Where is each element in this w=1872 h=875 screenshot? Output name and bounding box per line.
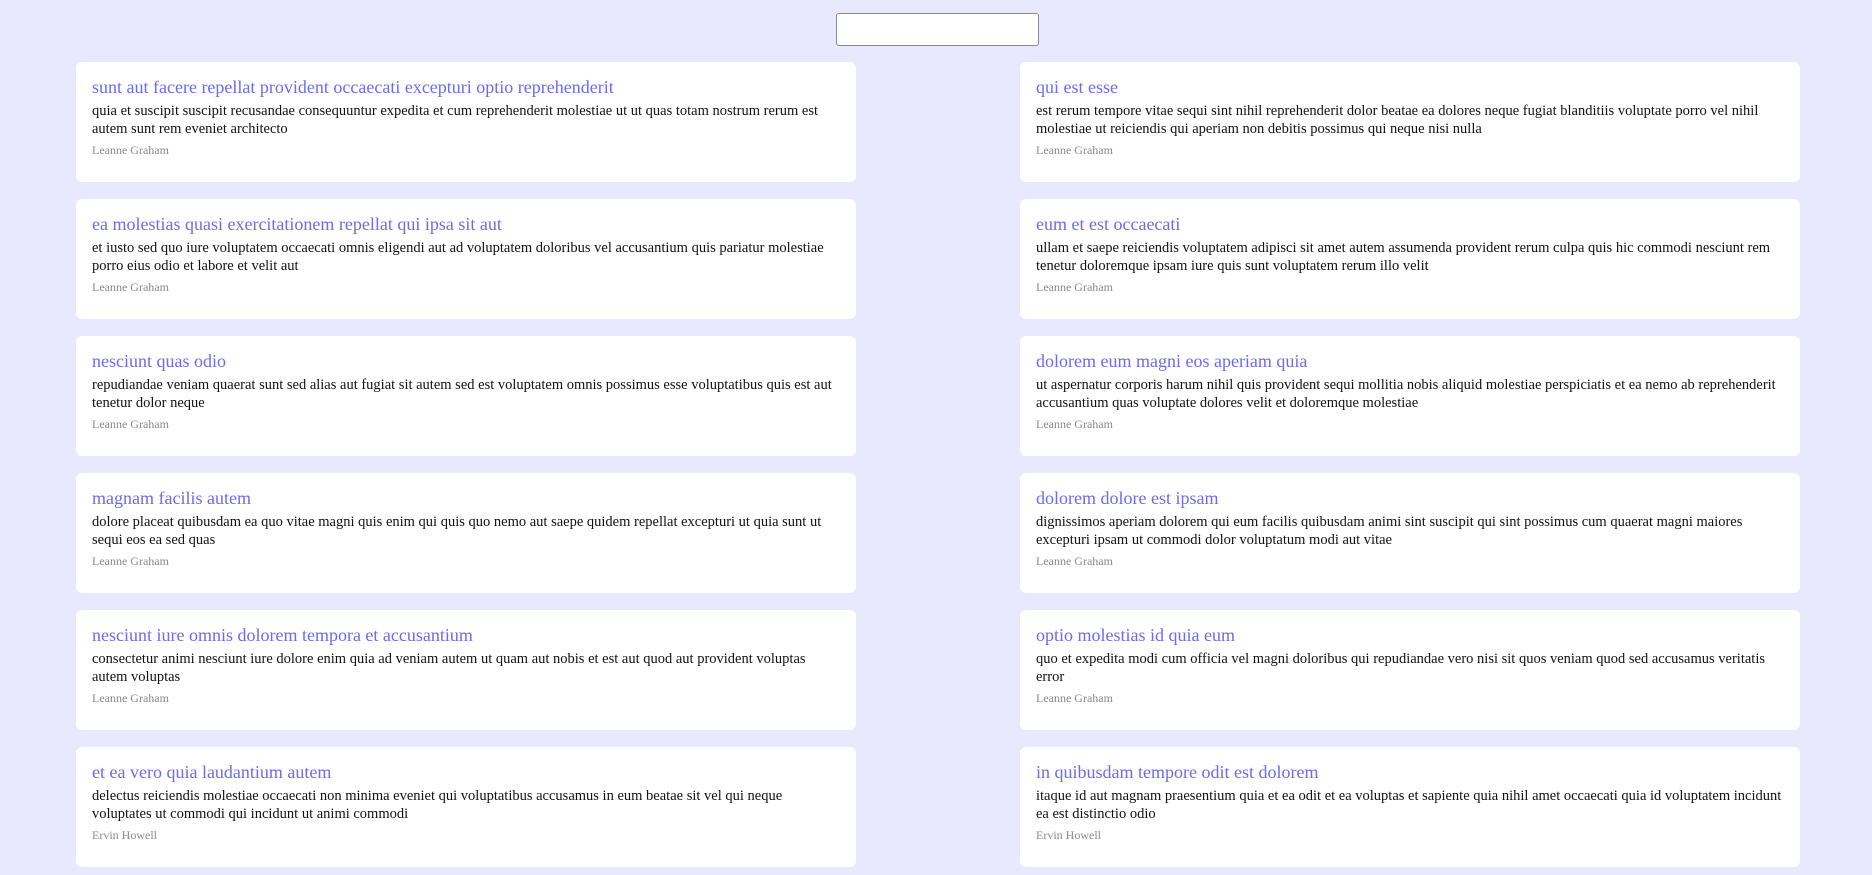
post-body: repudiandae veniam quaerat sunt sed alia… <box>92 377 832 411</box>
post-body: consectetur animi nesciunt iure dolore e… <box>92 651 806 685</box>
post-card[interactable]: ea molestias quasi exercitationem repell… <box>76 199 856 319</box>
post-body: quo et expedita modi cum officia vel mag… <box>1036 651 1765 685</box>
post-author: Leanne Graham <box>92 143 169 157</box>
post-title[interactable]: eum et est occaecati <box>1036 213 1784 235</box>
post-author: Leanne Graham <box>1036 554 1113 568</box>
post-body: itaque id aut magnam praesentium quia et… <box>1036 788 1782 822</box>
post-body: et iusto sed quo iure voluptatem occaeca… <box>92 240 824 274</box>
post-title[interactable]: et ea vero quia laudantium autem <box>92 761 840 783</box>
post-body: dolore placeat quibusdam ea quo vitae ma… <box>92 514 822 548</box>
post-title[interactable]: nesciunt iure omnis dolorem tempora et a… <box>92 624 840 646</box>
post-title[interactable]: ea molestias quasi exercitationem repell… <box>92 213 840 235</box>
search-box <box>836 13 1039 46</box>
post-card[interactable]: optio molestias id quia eum quo et exped… <box>1020 610 1800 730</box>
post-grid: sunt aut facere repellat provident occae… <box>76 62 1800 867</box>
post-author: Leanne Graham <box>1036 143 1113 157</box>
post-body: est rerum tempore vitae sequi sint nihil… <box>1036 103 1759 137</box>
post-author: Leanne Graham <box>92 691 169 705</box>
post-author: Leanne Graham <box>1036 691 1113 705</box>
post-body: dignissimos aperiam dolorem qui eum faci… <box>1036 514 1743 548</box>
post-card[interactable]: dolorem eum magni eos aperiam quia ut as… <box>1020 336 1800 456</box>
post-card[interactable]: qui est esse est rerum tempore vitae seq… <box>1020 62 1800 182</box>
post-card[interactable]: et ea vero quia laudantium autem delectu… <box>76 747 856 867</box>
post-card[interactable]: nesciunt quas odio repudiandae veniam qu… <box>76 336 856 456</box>
post-card[interactable]: in quibusdam tempore odit est dolorem it… <box>1020 747 1800 867</box>
post-body: ullam et saepe reiciendis voluptatem adi… <box>1036 240 1771 274</box>
post-author: Leanne Graham <box>92 280 169 294</box>
post-card[interactable]: nesciunt iure omnis dolorem tempora et a… <box>76 610 856 730</box>
post-author: Ervin Howell <box>92 828 157 842</box>
post-title[interactable]: sunt aut facere repellat provident occae… <box>92 76 840 98</box>
post-title[interactable]: magnam facilis autem <box>92 487 840 509</box>
post-body: quia et suscipit suscipit recusandae con… <box>92 103 818 137</box>
post-title[interactable]: in quibusdam tempore odit est dolorem <box>1036 761 1784 783</box>
post-author: Leanne Graham <box>1036 417 1113 431</box>
post-title[interactable]: dolorem dolore est ipsam <box>1036 487 1784 509</box>
post-author: Leanne Graham <box>1036 280 1113 294</box>
post-author: Leanne Graham <box>92 554 169 568</box>
post-author: Ervin Howell <box>1036 828 1101 842</box>
post-card[interactable]: dolorem dolore est ipsam dignissimos ape… <box>1020 473 1800 593</box>
post-card[interactable]: eum et est occaecati ullam et saepe reic… <box>1020 199 1800 319</box>
post-card[interactable]: magnam facilis autem dolore placeat quib… <box>76 473 856 593</box>
post-author: Leanne Graham <box>92 417 169 431</box>
post-title[interactable]: nesciunt quas odio <box>92 350 840 372</box>
post-card[interactable]: sunt aut facere repellat provident occae… <box>76 62 856 182</box>
post-title[interactable]: dolorem eum magni eos aperiam quia <box>1036 350 1784 372</box>
post-body: ut aspernatur corporis harum nihil quis … <box>1036 377 1776 411</box>
post-body: delectus reiciendis molestiae occaecati … <box>92 788 783 822</box>
search-input[interactable] <box>836 13 1039 46</box>
post-title[interactable]: qui est esse <box>1036 76 1784 98</box>
post-title[interactable]: optio molestias id quia eum <box>1036 624 1784 646</box>
